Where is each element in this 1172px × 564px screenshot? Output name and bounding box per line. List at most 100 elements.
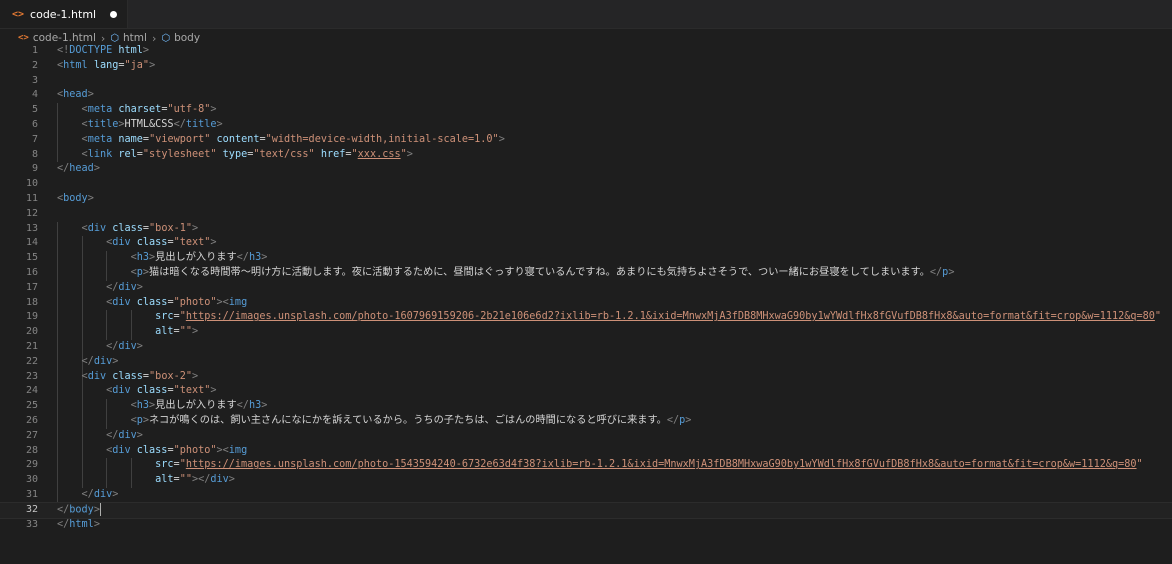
code-token: 見出しが入ります — [155, 400, 237, 412]
code-line[interactable]: 10 — [0, 177, 1172, 192]
code-line[interactable]: 3 — [0, 74, 1172, 89]
line-number: 23 — [25, 370, 38, 382]
code-token: > — [112, 488, 119, 500]
code-line[interactable]: 2 <html lang="ja"> — [0, 59, 1172, 74]
tab-code-1-html[interactable]: <> code-1.html — [0, 0, 129, 28]
code-line[interactable]: 14 <div class="text"> — [0, 236, 1172, 252]
code-text: </html> — [57, 518, 100, 533]
code-token: img — [228, 444, 248, 456]
code-token: > — [136, 340, 143, 352]
line-number: 21 — [25, 340, 38, 352]
code-token: xxx.css — [357, 148, 401, 160]
code-token: > — [93, 518, 100, 530]
code-token: </ — [81, 355, 94, 367]
code-line[interactable]: 19 src="https://images.unsplash.com/phot… — [0, 310, 1172, 326]
code-line[interactable]: 17 </div> — [0, 280, 1172, 296]
code-token: > — [210, 104, 217, 116]
code-line[interactable]: 5 <meta charset="utf-8"> — [0, 103, 1172, 118]
unsaved-changes-dot-icon[interactable] — [110, 10, 118, 18]
line-number: 9 — [31, 163, 38, 175]
line-number: 7 — [31, 133, 38, 145]
code-line[interactable]: 12 — [0, 207, 1172, 222]
code-line[interactable]: 11 <body> — [0, 192, 1172, 207]
code-token: meta — [87, 104, 113, 116]
code-token: "box-2" — [149, 370, 192, 382]
code-line[interactable]: 31 </div> — [0, 487, 1172, 503]
code-line[interactable]: 13 <div class="box-1"> — [0, 221, 1172, 237]
code-token: "ja" — [124, 59, 150, 71]
code-text: <div class="text"> — [57, 384, 216, 399]
code-text: alt=""></div> — [57, 473, 235, 488]
code-line[interactable]: 32 </body> — [0, 501, 1172, 519]
code-token: h3 — [136, 252, 150, 264]
code-token: title — [185, 118, 217, 130]
breadcrumb-item-body[interactable]: body — [174, 32, 200, 44]
code-line[interactable]: 22 </div> — [0, 354, 1172, 370]
code-line[interactable]: 18 <div class="photo"><img — [0, 295, 1172, 311]
code-token: <! — [57, 45, 70, 56]
code-token: alt — [155, 474, 174, 486]
line-number: 24 — [25, 385, 38, 397]
code-token: > — [261, 252, 268, 264]
line-number: 15 — [25, 252, 38, 264]
code-line[interactable]: 33 </html> — [0, 518, 1172, 533]
code-line[interactable]: 21 </div> — [0, 339, 1172, 355]
code-text: <meta name="viewport" content="width=dev… — [57, 133, 505, 148]
code-line[interactable]: 26 <p>ネコが鳴くのは、飼い主さんになにかを訴えているから。うちの子たちは、… — [0, 413, 1172, 429]
code-token: link — [87, 148, 113, 160]
code-line[interactable]: 9 </head> — [0, 162, 1172, 177]
breadcrumb-item-file[interactable]: code-1.html — [33, 32, 96, 44]
line-number: 17 — [25, 281, 38, 293]
code-line[interactable]: 29 src="https://images.unsplash.com/phot… — [0, 458, 1172, 474]
code-token: div — [93, 488, 113, 500]
code-token: class — [136, 296, 168, 308]
code-token: div — [118, 429, 137, 441]
code-text: src="https://images.unsplash.com/photo-1… — [57, 310, 1161, 325]
code-line[interactable]: 20 alt=""> — [0, 325, 1172, 340]
code-line[interactable]: 1 <!DOCTYPE html> — [0, 44, 1172, 59]
code-token: class — [136, 444, 168, 456]
line-number: 4 — [31, 89, 38, 101]
code-line[interactable]: 23 <div class="box-2"> — [0, 369, 1172, 385]
code-line[interactable]: 30 alt=""></div> — [0, 473, 1172, 488]
code-text: <meta charset="utf-8"> — [57, 103, 217, 118]
code-line[interactable]: 28 <div class="photo"><img — [0, 443, 1172, 459]
line-number: 10 — [25, 178, 38, 190]
code-line[interactable]: 27 </div> — [0, 428, 1172, 444]
code-token: alt — [155, 326, 174, 338]
line-number: 19 — [25, 311, 38, 323]
code-line[interactable]: 24 <div class="text"> — [0, 384, 1172, 400]
code-token: body — [69, 504, 94, 516]
code-line[interactable]: 6 <title>HTML&CSS</title> — [0, 117, 1172, 133]
line-number: 28 — [25, 444, 38, 456]
code-token: </ — [81, 488, 94, 500]
code-line[interactable]: 15 <h3>見出しが入ります</h3> — [0, 251, 1172, 266]
code-token: </ — [57, 163, 70, 175]
code-text: <div class="photo"><img — [57, 296, 247, 311]
code-line[interactable]: 4 <head> — [0, 88, 1172, 103]
code-text: <div class="text"> — [57, 236, 217, 251]
code-token: > — [210, 237, 217, 249]
code-editor[interactable]: 1 <!DOCTYPE html> 2 <html lang="ja"> 3 4 <head… — [0, 44, 1172, 532]
code-token: DOCTYPE — [69, 45, 113, 56]
line-number: 11 — [25, 192, 38, 204]
code-line[interactable]: 8 <link rel="stylesheet" type="text/css"… — [0, 147, 1172, 163]
line-number: 20 — [25, 326, 38, 338]
code-text: src="https://images.unsplash.com/photo-1… — [57, 458, 1143, 473]
code-line[interactable]: 7 <meta name="viewport" content="width=d… — [0, 132, 1172, 148]
code-line[interactable]: 25 <h3>見出しが入ります</h3> — [0, 399, 1172, 414]
chevron-right-icon: › — [100, 31, 106, 45]
code-line[interactable]: 16 <p>猫は暗くなる時間帯〜明け方に活動します。夜に活動するために、昼間はぐ… — [0, 265, 1172, 281]
code-token: h3 — [248, 400, 262, 412]
code-token: </ — [236, 252, 249, 264]
code-token: class — [112, 370, 143, 382]
breadcrumb-item-html[interactable]: html — [123, 32, 147, 44]
line-number: 3 — [31, 74, 38, 86]
